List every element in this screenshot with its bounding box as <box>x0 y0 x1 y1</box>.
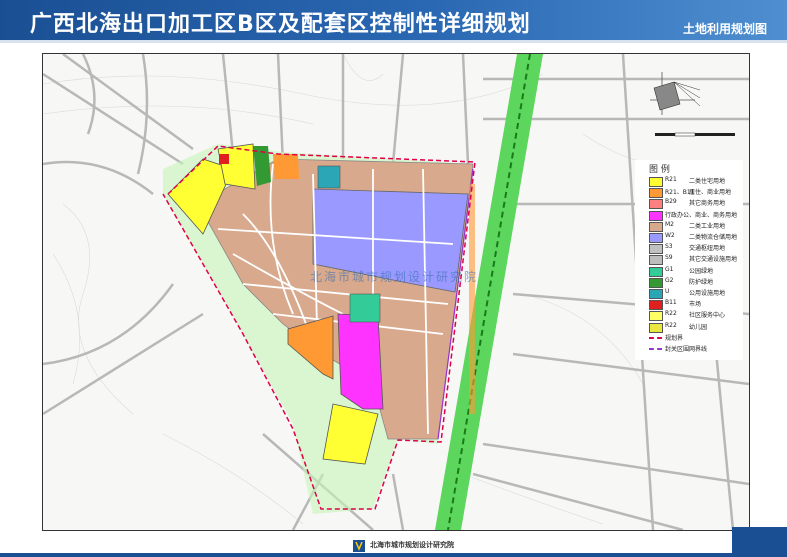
page-title: 广西北海出口加工区B区及配套区控制性详细规划 <box>30 12 531 37</box>
legend-code: S3 <box>665 243 673 251</box>
legend-code: G1 <box>665 265 674 273</box>
legend-item: R21 二类住宅用地 <box>649 176 743 187</box>
footer-org: 北海市城市规划设计研究院 <box>370 541 454 549</box>
map-legend: 图 例 R21 二类住宅用地 R21、B11 居住、商业用地 B29 其它商务用地行政办公… <box>635 160 743 360</box>
market-land <box>219 154 229 164</box>
legend-swatch <box>649 277 663 288</box>
legend-code: U <box>665 288 670 295</box>
legend-swatch <box>649 322 663 333</box>
legend-swatch <box>649 233 663 243</box>
legend-item: 规划界 <box>649 333 743 343</box>
legend-swatch <box>649 300 663 311</box>
legend-label: 市场 <box>689 301 702 309</box>
legend-code: G2 <box>665 276 674 284</box>
park-green <box>349 293 381 323</box>
legend-label: 防护绿地 <box>689 278 714 286</box>
legend-code: B11 <box>665 299 677 307</box>
scale-bar <box>655 124 735 137</box>
site-location-chart <box>640 60 745 130</box>
legend-swatch <box>649 188 663 199</box>
legend-title: 图 例 <box>649 165 670 175</box>
legend-label: 公园绿地 <box>689 267 714 275</box>
legend-label: 其它交通设施用地 <box>689 256 738 264</box>
legend-code: R22 <box>665 321 677 329</box>
legend-label: 封关区围网界线 <box>665 346 708 353</box>
institute-logo-icon <box>353 540 365 552</box>
legend-label: 公用设施用地 <box>689 290 726 297</box>
corner-block <box>732 527 787 557</box>
legend-line-swatch <box>649 336 662 339</box>
legend-label: 幼儿园 <box>689 323 708 331</box>
legend-swatch <box>649 199 663 210</box>
legend-item: R22 幼儿园 <box>649 321 743 333</box>
legend-swatch <box>649 221 663 232</box>
legend-item: B11 市场 <box>649 299 743 311</box>
legend-swatch <box>649 244 663 255</box>
legend-swatch <box>649 255 663 266</box>
legend-line-swatch <box>649 348 662 350</box>
legend-item: S9 其它交通设施用地 <box>649 254 743 266</box>
legend-item: G2 防护绿地 <box>649 276 743 288</box>
legend-item: W2 二类物流仓储用地 <box>649 232 743 243</box>
legend-label: 交通枢纽用地 <box>689 245 726 253</box>
legend-label: 规划界 <box>665 334 684 342</box>
legend-code: S9 <box>665 254 673 262</box>
legend-item: 封关区围网界线 <box>649 344 743 354</box>
legend-swatch <box>649 177 663 187</box>
legend-item: 行政办公、商业、商务用地 <box>649 210 743 221</box>
legend-item: R21、B11 居住、商业用地 <box>649 187 743 199</box>
map-subtitle: 土地利用规划图 <box>682 22 767 36</box>
legend-label: 二类工业用地 <box>689 222 726 230</box>
legend-label: 社区服务中心 <box>689 312 726 320</box>
legend-item: S3 交通枢纽用地 <box>649 243 743 255</box>
legend-code: R22 <box>665 310 677 318</box>
legend-code: M2 <box>665 220 674 228</box>
legend-item: B29 其它商务用地 <box>649 198 743 210</box>
legend-label: 二类物流仓储用地 <box>689 234 738 241</box>
footer: 北海市城市规划设计研究院 <box>0 535 787 557</box>
header-bar: 广西北海出口加工区B区及配套区控制性详细规划 土地利用规划图 <box>0 0 787 40</box>
legend-label: 行政办公、商业、商务用地 <box>665 211 738 219</box>
legend-label: 居住、商业用地 <box>689 189 732 197</box>
legend-item: M2 二类工业用地 <box>649 220 743 232</box>
legend-code: W2 <box>665 232 675 239</box>
legend-item: U 公用设施用地 <box>649 288 743 299</box>
commercial-land <box>337 313 384 410</box>
legend-code: R21 <box>665 176 677 183</box>
legend-label: 二类住宅用地 <box>689 178 726 185</box>
legend-swatch <box>649 266 663 277</box>
watermark: 北海市城市规划设计研究院 <box>310 270 479 284</box>
header-separator <box>0 40 787 43</box>
legend-code: B29 <box>665 198 677 206</box>
legend-item: R22 社区服务中心 <box>649 310 743 322</box>
legend-swatch <box>649 210 663 221</box>
legend-swatch <box>649 289 663 299</box>
legend-item: G1 公园绿地 <box>649 265 743 277</box>
legend-swatch <box>649 311 663 322</box>
legend-label: 其它商务用地 <box>689 200 726 208</box>
